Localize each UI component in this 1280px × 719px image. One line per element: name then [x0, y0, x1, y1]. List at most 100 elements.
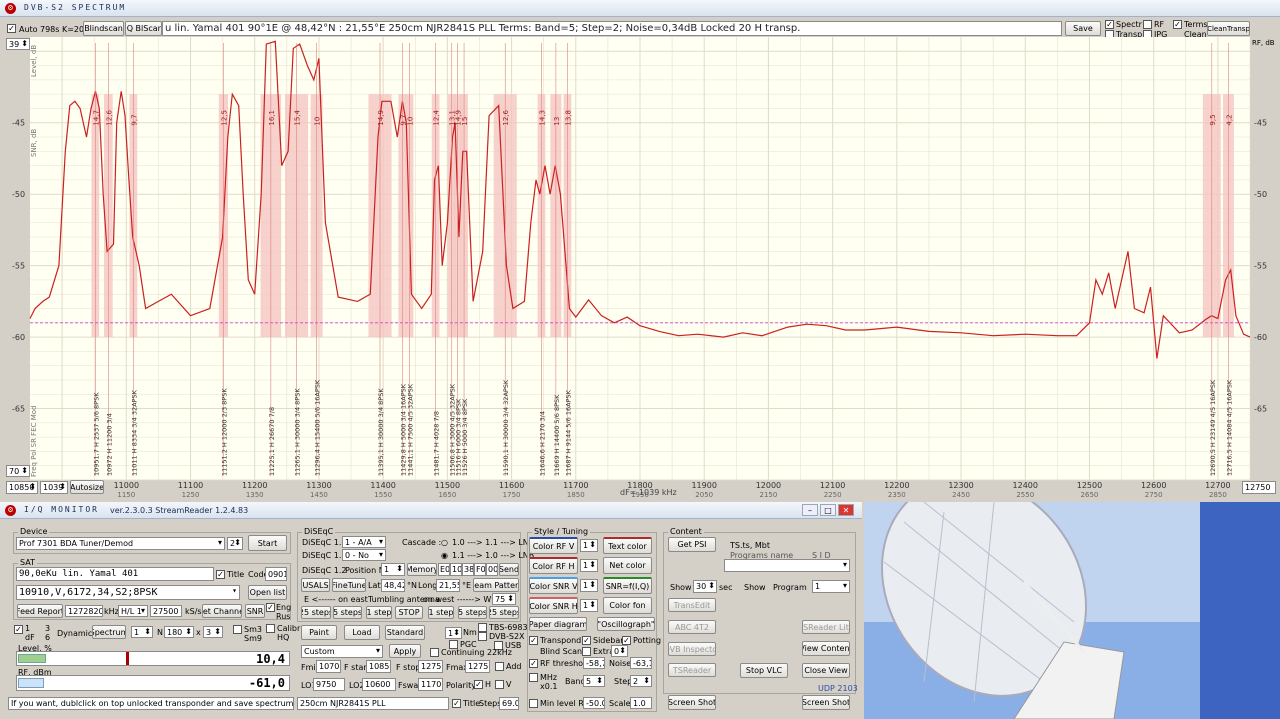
band-spin[interactable]: 5	[583, 675, 605, 687]
eng-checkbox[interactable]: ✓	[266, 603, 275, 612]
n-spin[interactable]: 1	[131, 626, 153, 638]
cascade-radio2[interactable]: ◉	[441, 551, 448, 560]
net-color-button[interactable]: Net color	[603, 557, 652, 574]
maximize-icon[interactable]: □	[820, 504, 836, 516]
sm3-checkbox[interactable]	[233, 625, 242, 634]
dvb-inspector-button[interactable]: DVB Inspector	[668, 642, 716, 656]
fswap-input[interactable]: 11700	[418, 678, 443, 691]
diseqc10-select[interactable]: 1 - A/A	[342, 536, 386, 548]
step-spin[interactable]: 2	[630, 675, 652, 687]
transpond-checkbox[interactable]: ✓	[529, 636, 538, 645]
program-number-select[interactable]: 1	[812, 580, 850, 593]
tuner-select[interactable]: Prof 7301 BDA Tuner/Demod	[16, 537, 225, 550]
cmd-e0[interactable]: E0	[438, 563, 450, 576]
memory-button[interactable]: Memory	[407, 563, 437, 576]
spectrum-chart[interactable]: -45 -50 -55 -60 -65 -45 -50 -55 -60 -65 110001150 1…	[12, 37, 1267, 499]
calibr-checkbox[interactable]	[266, 624, 275, 633]
sidebar-checkbox[interactable]: ✓	[582, 636, 591, 645]
oscillograph-button[interactable]: "Oscillograph"	[597, 617, 655, 631]
extra-checkbox[interactable]	[582, 647, 591, 656]
add-checkbox[interactable]	[495, 662, 504, 671]
show-seconds-spin[interactable]: 30	[693, 580, 717, 593]
x-spin[interactable]: 3	[203, 626, 223, 638]
lo2-input[interactable]: 10600	[362, 678, 396, 691]
hl-select[interactable]: H/L 1	[118, 605, 148, 617]
tuner-num-spin[interactable]: 2	[227, 537, 243, 550]
color-rf-v-button[interactable]: Color RF V	[529, 537, 578, 554]
noise-input[interactable]: -63,1	[630, 657, 652, 669]
screenshot-left-button[interactable]: Screen Shot	[668, 695, 716, 710]
terms-checkbox[interactable]: ✓	[1173, 20, 1182, 29]
position-spin[interactable]: 1	[381, 563, 405, 576]
west-1-button[interactable]: 1 step	[428, 606, 454, 619]
fstart-input[interactable]: 10850	[366, 660, 391, 673]
send-button[interactable]: Send	[499, 563, 519, 576]
scale-input[interactable]: 1.0	[630, 697, 652, 709]
n2-spin[interactable]: 180	[164, 626, 194, 638]
set-channel-button[interactable]: Set Channel	[202, 604, 242, 618]
latitude-input[interactable]: 48,42	[381, 579, 405, 592]
feed-freq-input[interactable]: 12728200	[65, 605, 103, 617]
beam-pattern-button[interactable]: Beam Pattern	[473, 578, 519, 592]
blindscan-button[interactable]: Blindscan	[83, 21, 124, 36]
auto-checkbox[interactable]: ✓	[7, 24, 16, 33]
nm-spin[interactable]: 1	[445, 627, 462, 639]
rfv-spin[interactable]: 1	[580, 539, 598, 552]
tsreader-button[interactable]: TSReader	[668, 663, 716, 677]
color-snr-h-button[interactable]: Color SNR H	[529, 597, 578, 614]
west-5-button[interactable]: 5 steps	[458, 606, 487, 619]
feed-report-button[interactable]: Feed Report	[17, 604, 63, 618]
cmd-f0[interactable]: F0	[474, 563, 486, 576]
program-select[interactable]	[724, 559, 850, 572]
apply-button[interactable]: Apply	[389, 644, 421, 658]
spectrum-button[interactable]: Spectrum	[92, 625, 126, 639]
dvbs2x-checkbox[interactable]	[478, 632, 487, 641]
east-1-button[interactable]: 1 step	[366, 606, 392, 619]
snr-button[interactable]: SNR	[245, 604, 265, 618]
diseqc11-select[interactable]: 0 - No	[342, 549, 386, 561]
scale-bottom-input[interactable]: 70	[6, 465, 30, 477]
continuing-checkbox[interactable]	[430, 648, 439, 657]
fmin-input[interactable]: 10700	[316, 660, 341, 673]
snrv-spin[interactable]: 1	[580, 579, 598, 592]
standard-button[interactable]: Standard	[385, 625, 425, 640]
paper-diagram-button[interactable]: "Paper diagram"	[529, 617, 587, 631]
longitude-input[interactable]: 21,55	[436, 579, 460, 592]
fstop-input[interactable]: 12750	[418, 660, 443, 673]
step-input[interactable]: 1039	[40, 481, 68, 494]
transedit-button[interactable]: TransEdit	[668, 598, 716, 612]
lo1-input[interactable]: 9750	[313, 678, 345, 691]
scale-top-input[interactable]: 39	[6, 38, 30, 50]
cmd-00[interactable]: 00	[486, 563, 498, 576]
custom-select[interactable]: Custom	[301, 645, 383, 658]
rf-threshold-input[interactable]: -58,7	[583, 657, 605, 669]
finetune-button[interactable]: FineTune	[332, 578, 366, 592]
usals-button[interactable]: USALS	[301, 578, 330, 592]
load-button[interactable]: Load	[344, 625, 380, 640]
freq-start-input[interactable]: 10850	[6, 481, 38, 494]
rf-checkbox[interactable]	[1143, 20, 1152, 29]
min-level-input[interactable]: -50.0	[583, 697, 605, 709]
iq-blindscan-button[interactable]: IQ BlScan	[125, 21, 162, 36]
screenshot-right-button[interactable]: Screen Shot	[802, 695, 850, 710]
code-input[interactable]: 0901	[265, 567, 287, 581]
rfh-spin[interactable]: 1	[580, 559, 598, 572]
autosize-button[interactable]: Autosize	[70, 480, 104, 494]
one-checkbox[interactable]: ✓	[14, 625, 23, 634]
pol-v-checkbox[interactable]	[495, 680, 504, 689]
stop-button[interactable]: STOP	[395, 606, 423, 619]
rf-threshold-checkbox[interactable]: ✓	[529, 659, 538, 668]
min-level-checkbox[interactable]	[529, 699, 538, 708]
west-25-button[interactable]: 25 steps	[489, 606, 519, 619]
view-content-button[interactable]: View Content	[802, 641, 850, 656]
stop-vlc-button[interactable]: Stop VLC	[740, 663, 788, 678]
color-snr-v-button[interactable]: Color SNR V	[529, 577, 578, 594]
close-icon[interactable]: ✕	[838, 504, 854, 516]
cmd-38[interactable]: 38	[462, 563, 474, 576]
transponder-select[interactable]: 10910,V,6172,34,S2;8PSK	[16, 585, 240, 600]
tsreader-lite-button[interactable]: TSReader Lite	[802, 620, 850, 634]
minimize-icon[interactable]: –	[802, 504, 818, 516]
lnb-title-checkbox[interactable]: ✓	[452, 699, 461, 708]
color-fon-button[interactable]: Color fon	[603, 597, 652, 614]
get-psi-button[interactable]: Get PSI	[668, 537, 716, 552]
